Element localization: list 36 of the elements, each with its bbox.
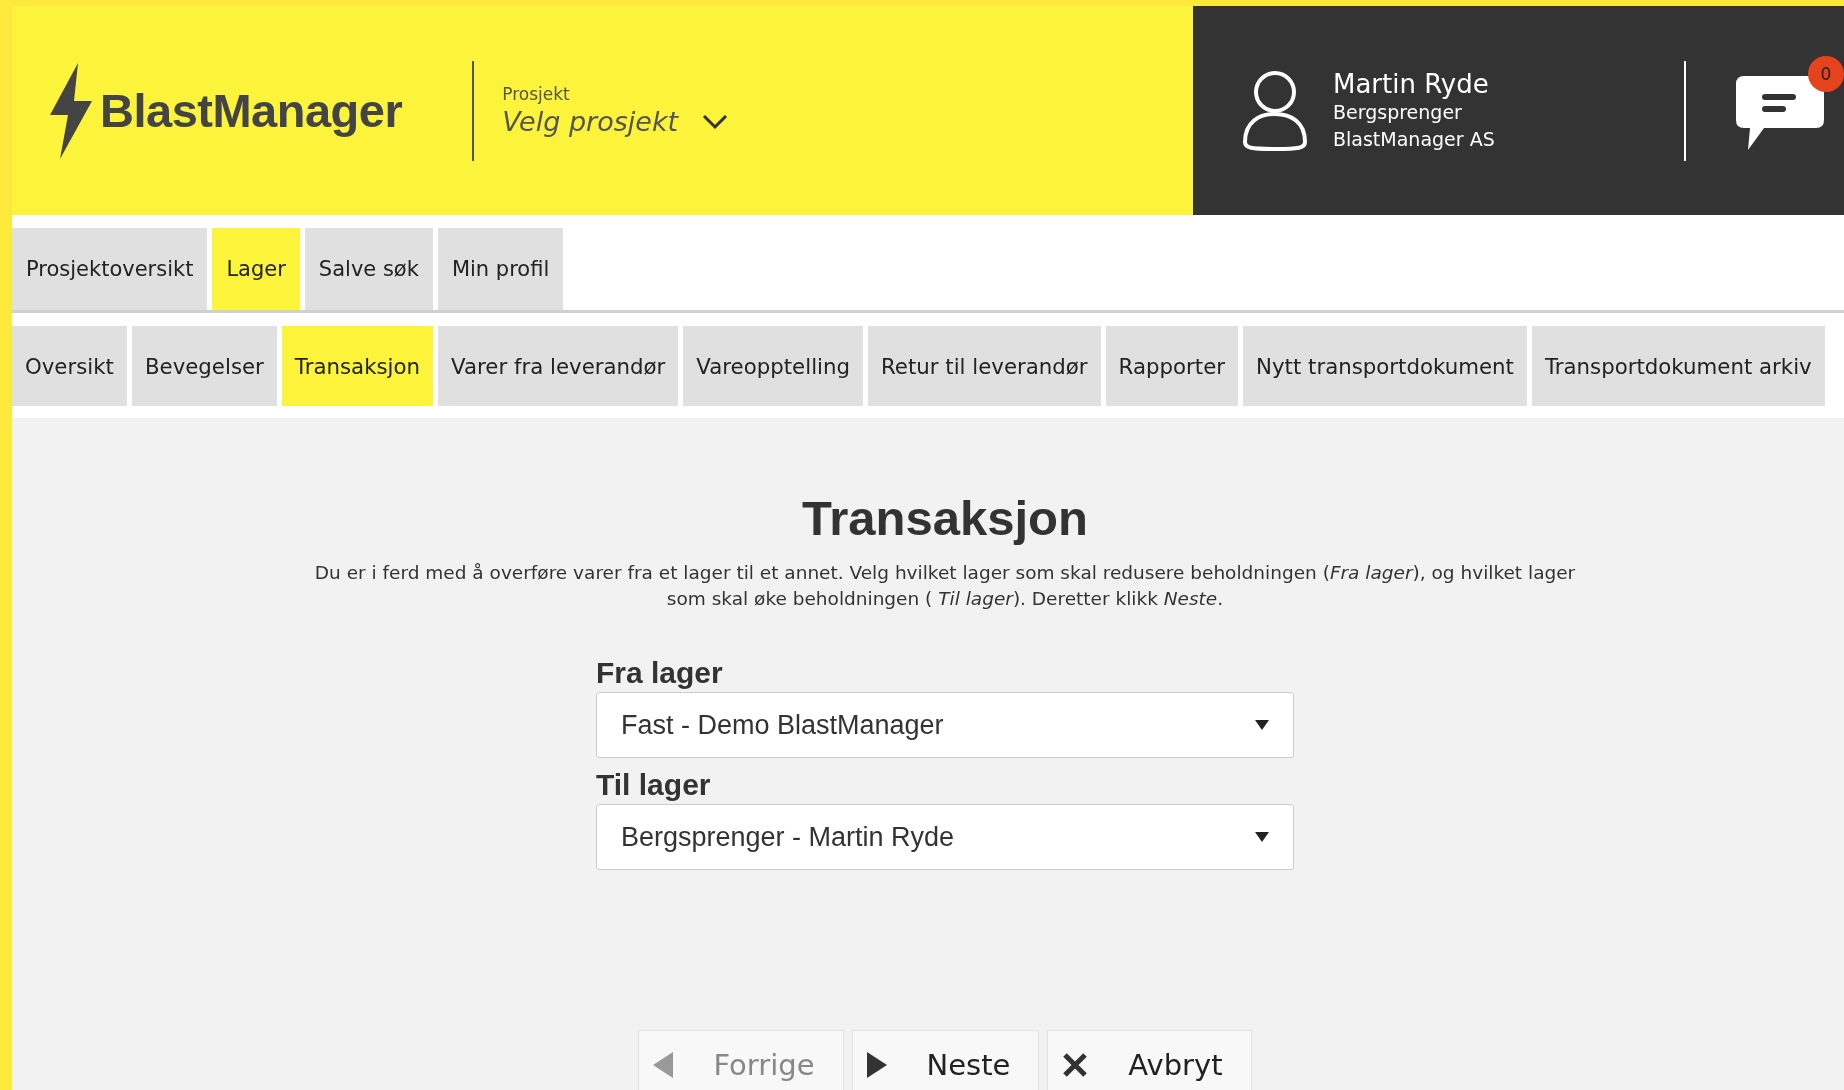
select-field[interactable]: Fast - Demo BlastManager <box>596 692 1294 758</box>
sub-tab[interactable]: Varer fra leverandør <box>438 326 679 406</box>
nav-tab[interactable]: Prosjektoversikt <box>12 228 208 310</box>
sub-tab[interactable]: Oversikt <box>12 326 127 406</box>
message-count-badge: 0 <box>1808 55 1844 92</box>
sub-tab[interactable]: Bevegelser <box>131 326 277 406</box>
nav-tab[interactable]: Min profil <box>437 228 564 310</box>
triangle-left-icon <box>653 1052 674 1078</box>
select-field[interactable]: Bergsprenger - Martin Ryde <box>596 804 1294 870</box>
sub-tab[interactable]: Nytt transportdokument <box>1243 326 1527 406</box>
user-role: Bergsprenger <box>1333 99 1463 125</box>
nav-tab[interactable]: Lager <box>212 228 300 310</box>
project-select[interactable]: Velg prosjekt <box>502 106 729 137</box>
caret-icon <box>1255 720 1269 730</box>
next-button[interactable]: Neste <box>851 1030 1040 1090</box>
caret-icon <box>1255 832 1269 842</box>
description: Du er i ferd med å overføre varer fra et lager til et annet. Velg hvilket lager som skal redusere beholdningen (Fra lager), og hvilket lager som skal øke beholdningen ( Til lager). Deretter klikk Neste. <box>313 561 1577 611</box>
field-label: Til lager <box>596 768 712 802</box>
user-name: Martin Ryde <box>1333 68 1490 99</box>
project-label: Prosjekt <box>502 84 571 104</box>
user-icon <box>1241 69 1309 152</box>
page-title: Transaksjon <box>802 490 1088 546</box>
field-label: Fra lager <box>596 656 724 690</box>
user-company: BlastManager AS <box>1333 126 1495 152</box>
triangle-right-icon <box>866 1052 887 1078</box>
chevron-down-icon <box>702 113 729 130</box>
sub-tab[interactable]: Transportdokument arkiv <box>1531 326 1825 406</box>
nav-tab[interactable]: Salve søk <box>304 228 433 310</box>
sub-tab[interactable]: Transaksjon <box>281 326 434 406</box>
lightning-bolt-icon <box>48 62 94 159</box>
sub-tab[interactable]: Vareopptelling <box>683 326 863 406</box>
sub-tab[interactable]: Retur til leverandør <box>868 326 1101 406</box>
close-icon <box>1062 1052 1089 1078</box>
cancel-button[interactable]: Avbryt <box>1047 1030 1252 1090</box>
sub-tab[interactable]: Rapporter <box>1105 326 1239 406</box>
logo-text: BlastManager <box>100 83 403 138</box>
